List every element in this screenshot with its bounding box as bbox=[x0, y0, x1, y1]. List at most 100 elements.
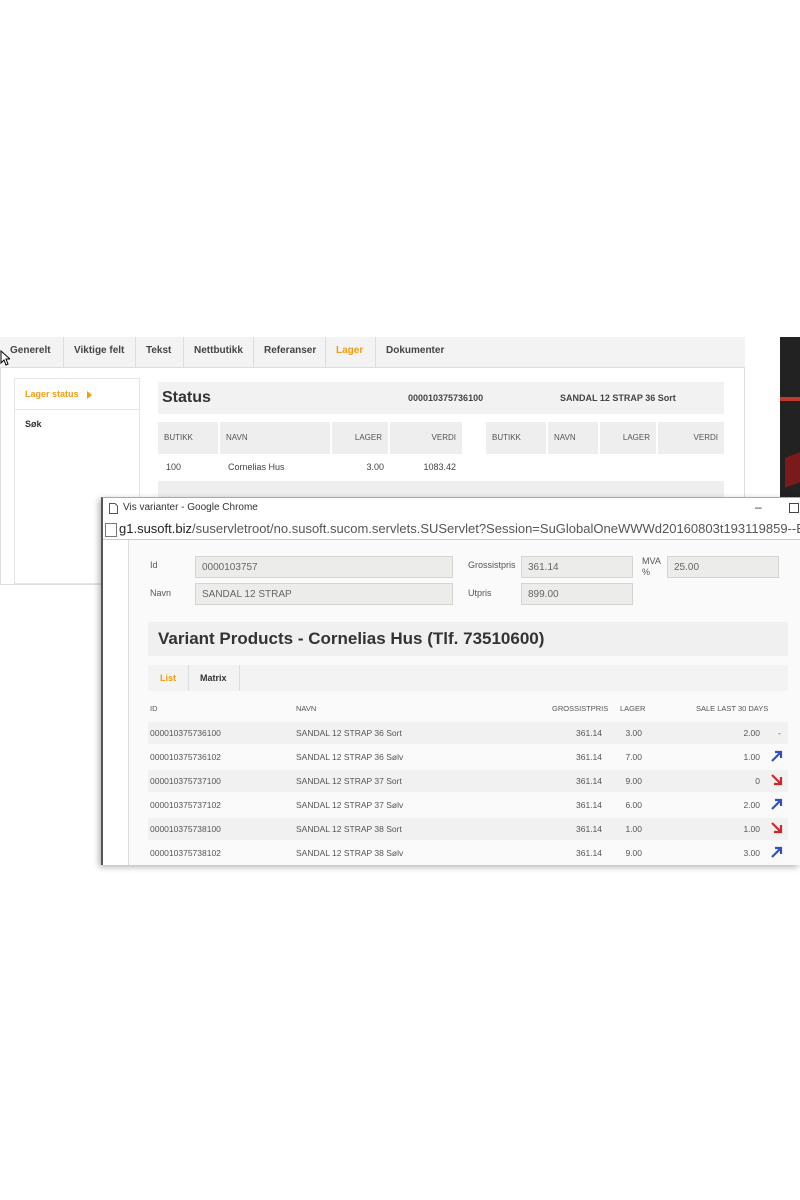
mva-field[interactable]: 25.00 bbox=[667, 556, 779, 578]
sidebar-item-label: Søk bbox=[25, 419, 42, 429]
column-header-lager: LAGER bbox=[620, 704, 646, 713]
maximize-button[interactable] bbox=[789, 503, 799, 513]
status-title: Status bbox=[162, 389, 211, 406]
column-header-lager: LAGER bbox=[332, 422, 390, 454]
total-row bbox=[158, 481, 724, 497]
trend-down-arrow-icon bbox=[771, 774, 783, 786]
mouse-cursor-icon bbox=[0, 350, 10, 366]
cell-verdi: 1083.42 bbox=[423, 462, 456, 472]
cell-grossistpris: 361.14 bbox=[576, 752, 602, 762]
table-row[interactable]: 000010375737100 SANDAL 12 STRAP 37 Sort 36… bbox=[148, 770, 788, 792]
column-header-sale-last-30-days: SALE LAST 30 DAYS bbox=[696, 704, 769, 713]
table-row[interactable]: 000010375736100 SANDAL 12 STRAP 36 Sort 36… bbox=[148, 722, 788, 744]
tab-tekst[interactable]: Tekst bbox=[136, 337, 184, 367]
popup-window-title: Vis varianter - Google Chrome bbox=[123, 502, 258, 513]
table-row[interactable]: 000010375738100 SANDAL 12 STRAP 38 Sort 36… bbox=[148, 818, 788, 840]
section-title: Variant Products - Cornelias Hus (Tlf. 7… bbox=[148, 622, 788, 656]
sidebar-item-label: Lager status bbox=[25, 389, 79, 399]
cell-navn: SANDAL 12 STRAP 38 Sølv bbox=[296, 848, 404, 858]
tab-nettbutikk[interactable]: Nettbutikk bbox=[184, 337, 254, 367]
column-header-butikk-2: BUTIKK bbox=[486, 422, 548, 454]
status-product-id: 000010375736100 bbox=[408, 393, 484, 403]
tab-dokumenter[interactable]: Dokumenter bbox=[376, 337, 454, 367]
cell-navn: SANDAL 12 STRAP 37 Sølv bbox=[296, 800, 404, 810]
cell-navn: SANDAL 12 STRAP 37 Sort bbox=[296, 776, 402, 786]
cell-navn: SANDAL 12 STRAP 36 Sølv bbox=[296, 752, 404, 762]
cell-lager: 9.00 bbox=[625, 776, 642, 786]
cell-id: 000010375736100 bbox=[150, 728, 221, 738]
utpris-field[interactable]: 899.00 bbox=[521, 583, 633, 605]
tab-list[interactable]: List bbox=[148, 665, 190, 691]
id-field[interactable]: 0000103757 bbox=[195, 556, 453, 578]
sidebar-divider bbox=[15, 409, 139, 410]
tab-matrix[interactable]: Matrix bbox=[188, 665, 240, 691]
url-path: /suservletroot/no.susoft.sucom.servlets.… bbox=[192, 521, 800, 536]
column-header-navn: NAVN bbox=[296, 704, 317, 713]
tab-lager[interactable]: Lager bbox=[326, 337, 376, 367]
cell-lager: 1.00 bbox=[625, 824, 642, 834]
popup-title-bar: Vis varianter - Google Chrome – bbox=[103, 498, 800, 518]
cell-grossistpris: 361.14 bbox=[576, 776, 602, 786]
cell-grossistpris: 361.14 bbox=[576, 728, 602, 738]
cell-id: 000010375737100 bbox=[150, 776, 221, 786]
cell-sale: 3.00 bbox=[743, 848, 760, 858]
grossistpris-label: Grossistpris bbox=[468, 560, 516, 570]
column-header-lager-2: LAGER bbox=[600, 422, 658, 454]
right-window-accent bbox=[780, 397, 800, 401]
cell-id: 000010375738100 bbox=[150, 824, 221, 834]
table-row[interactable]: 000010375738102 SANDAL 12 STRAP 38 Sølv 36… bbox=[148, 842, 788, 864]
cell-navn: SANDAL 12 STRAP 36 Sort bbox=[296, 728, 402, 738]
mva-label: MVA % bbox=[642, 556, 661, 577]
cell-navn: Cornelias Hus bbox=[228, 462, 285, 472]
table-row: 100 Cornelias Hus 3.00 1083.42 bbox=[158, 456, 464, 478]
cell-grossistpris: 361.14 bbox=[576, 824, 602, 834]
cell-grossistpris: 361.14 bbox=[576, 800, 602, 810]
column-header-navn: NAVN bbox=[220, 422, 332, 454]
grossistpris-field[interactable]: 361.14 bbox=[521, 556, 633, 578]
page-icon bbox=[109, 503, 118, 514]
page-icon bbox=[105, 523, 117, 537]
cell-sale: 2.00 bbox=[743, 728, 760, 738]
table-row[interactable]: 000010375737102 SANDAL 12 STRAP 37 Sølv 36… bbox=[148, 794, 788, 816]
cell-lager: 9.00 bbox=[625, 848, 642, 858]
navn-label: Navn bbox=[150, 588, 172, 598]
cell-lager: 7.00 bbox=[625, 752, 642, 762]
right-window-image bbox=[785, 452, 800, 488]
utpris-label: Utpris bbox=[468, 588, 492, 598]
cell-sale: 0 bbox=[755, 776, 760, 786]
url-host: g1.susoft.biz bbox=[119, 521, 192, 536]
cell-sale: 2.00 bbox=[743, 800, 760, 810]
column-header-grossistpris: GROSSISTPRIS bbox=[552, 704, 609, 713]
id-label: Id bbox=[150, 560, 158, 570]
trend-none: - bbox=[778, 728, 781, 738]
trend-down-arrow-icon bbox=[771, 822, 783, 834]
cell-lager: 3.00 bbox=[625, 728, 642, 738]
column-header-id: ID bbox=[150, 704, 158, 713]
column-header-navn-2: NAVN bbox=[548, 422, 600, 454]
address-bar[interactable]: g1.susoft.biz/suservletroot/no.susoft.su… bbox=[103, 518, 800, 540]
navn-field[interactable]: SANDAL 12 STRAP bbox=[195, 583, 453, 605]
status-header: Status 000010375736100 SANDAL 12 STRAP 3… bbox=[158, 382, 724, 414]
cell-grossistpris: 361.14 bbox=[576, 848, 602, 858]
table-row[interactable]: 000010375736102 SANDAL 12 STRAP 36 Sølv 36… bbox=[148, 746, 788, 768]
cell-id: 000010375737102 bbox=[150, 800, 221, 810]
column-header-butikk: BUTIKK bbox=[158, 422, 220, 454]
cell-sale: 1.00 bbox=[743, 824, 760, 834]
cell-butikk: 100 bbox=[166, 462, 182, 472]
minimize-button[interactable]: – bbox=[755, 497, 762, 517]
caret-right-icon bbox=[87, 390, 93, 399]
view-tabs: List Matrix bbox=[148, 665, 788, 691]
column-header-verdi-2: VERDI bbox=[658, 422, 724, 454]
cell-lager: 6.00 bbox=[625, 800, 642, 810]
cell-lager: 3.00 bbox=[366, 462, 384, 472]
trend-up-arrow-icon bbox=[771, 846, 783, 858]
tab-referanser[interactable]: Referanser bbox=[254, 337, 326, 367]
tab-viktige-felt[interactable]: Viktige felt bbox=[64, 337, 136, 367]
sidebar-item-sok[interactable]: Søk bbox=[25, 419, 42, 429]
cell-navn: SANDAL 12 STRAP 38 Sort bbox=[296, 824, 402, 834]
cell-sale: 1.00 bbox=[743, 752, 760, 762]
cell-id: 000010375736102 bbox=[150, 752, 221, 762]
trend-up-arrow-icon bbox=[771, 750, 783, 762]
cell-id: 000010375738102 bbox=[150, 848, 221, 858]
sidebar-item-lager-status[interactable]: Lager status bbox=[25, 389, 93, 399]
